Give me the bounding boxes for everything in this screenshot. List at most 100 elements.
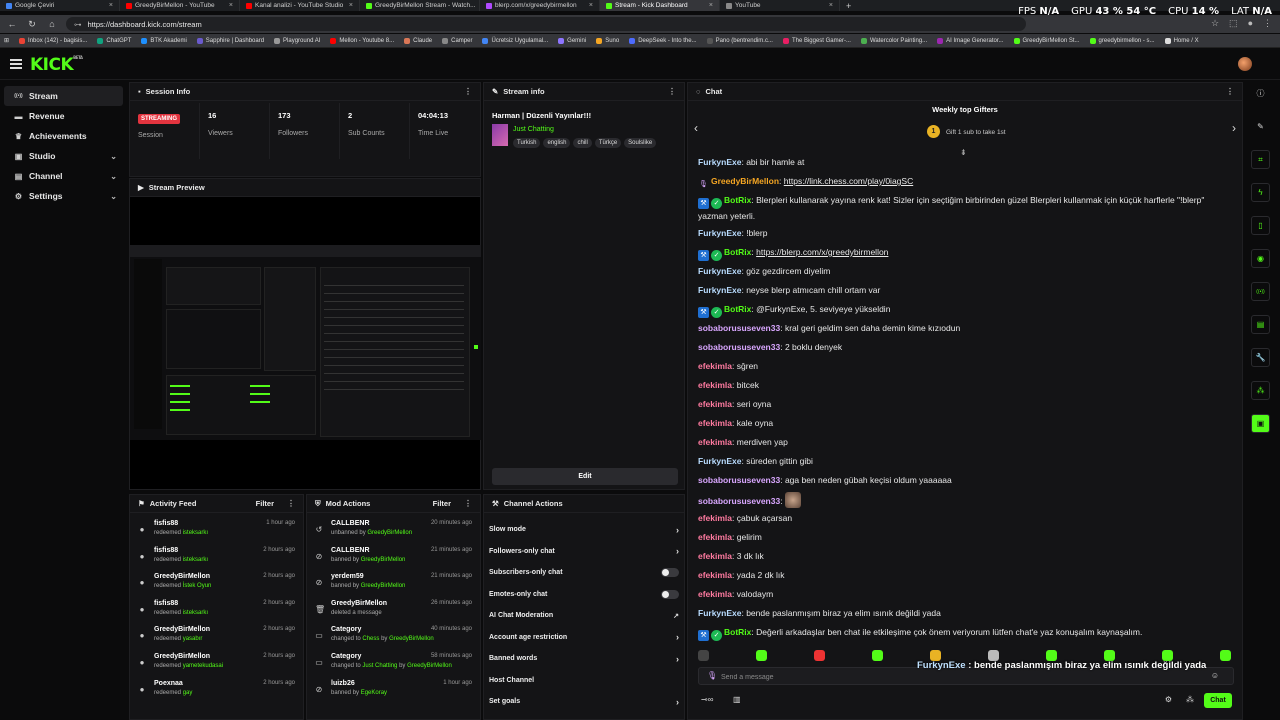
chat-username[interactable]: GreedyBirMellon xyxy=(711,176,779,186)
bookmark-item[interactable]: Mellon - Youtube 8... xyxy=(330,37,394,44)
back-icon[interactable]: ← xyxy=(6,19,18,29)
filter-button[interactable]: Filter xyxy=(256,499,274,508)
mod-action-subject[interactable]: luizb26 xyxy=(331,680,355,687)
chat-username[interactable]: FurkynExe xyxy=(698,228,741,238)
mod-action-subject[interactable]: Category xyxy=(331,653,361,660)
pencil-icon[interactable]: ✎ xyxy=(1251,117,1270,136)
chat-username[interactable]: FurkynExe xyxy=(698,285,741,295)
bookmark-item[interactable]: BTK Akademi xyxy=(141,37,187,44)
info-icon[interactable]: ⓘ xyxy=(1251,84,1270,103)
more-options-icon[interactable]: ⋮ xyxy=(287,499,295,508)
chevron-down-icon[interactable]: ⌄ xyxy=(110,192,117,201)
chevron-right-icon[interactable]: › xyxy=(1232,121,1236,135)
mic-icon[interactable]: 🎙 xyxy=(707,671,717,680)
close-tab-icon[interactable]: × xyxy=(829,2,833,9)
chat-username[interactable]: efekimla xyxy=(698,513,732,523)
stream-category[interactable]: Just Chatting xyxy=(513,126,554,133)
activity-user[interactable]: GreedyBirMellon xyxy=(154,653,210,660)
bookmark-item[interactable]: The Biggest Gamer-... xyxy=(782,37,851,44)
bookmark-item[interactable]: Playground AI xyxy=(274,37,320,44)
channel-action-set-goals[interactable]: Set goals › xyxy=(489,691,679,712)
chevron-down-icon[interactable]: ⌄ xyxy=(110,172,117,181)
bookmark-item[interactable]: Inbox (142) - bagisis... xyxy=(19,37,87,44)
channel-action-slow-mode[interactable]: Slow mode › xyxy=(489,519,679,540)
chat-message-input[interactable] xyxy=(721,671,1191,683)
channel-action-emotes-only-chat[interactable]: Emotes-only chat xyxy=(489,584,679,605)
stream-tag[interactable]: Soulslike xyxy=(624,138,657,148)
chat-message-text[interactable]: https://link.chess.com/play/0iagSC xyxy=(784,176,913,186)
star-icon[interactable]: ☆ xyxy=(1211,18,1219,29)
chat-username[interactable]: efekimla xyxy=(698,380,732,390)
sidebar-item-channel[interactable]: ▤ Channel ⌄ xyxy=(4,166,123,186)
box-icon[interactable]: ▤ xyxy=(1251,315,1270,334)
bookmark-item[interactable]: Watercolor Painting... xyxy=(860,37,927,44)
settings-gear-icon[interactable]: ⚙ xyxy=(1165,695,1172,704)
browser-tab[interactable]: Kanal analizi - YouTube Studio × xyxy=(240,0,360,11)
mod-action-subject[interactable]: GreedyBirMellon xyxy=(331,600,387,607)
chat-username[interactable]: BotRix xyxy=(724,304,751,314)
bookmark-item[interactable]: Pano (bentrendim.c... xyxy=(706,37,773,44)
group-icon[interactable]: ⁂ xyxy=(1251,381,1270,400)
stream-preview-video[interactable] xyxy=(130,245,481,440)
send-chat-button[interactable]: Chat xyxy=(1204,693,1232,708)
activity-user[interactable]: fisfis88 xyxy=(154,600,178,607)
clipboard-icon[interactable]: ▯ xyxy=(1251,216,1270,235)
browser-tab[interactable]: Google Çeviri × xyxy=(0,0,120,11)
browser-tab[interactable]: GreedyBirMellon - YouTube × xyxy=(120,0,240,11)
new-tab-icon[interactable]: + xyxy=(840,1,857,11)
bookmark-item[interactable]: Home / X xyxy=(1164,37,1199,44)
close-tab-icon[interactable]: × xyxy=(229,2,233,9)
activity-user[interactable]: Poexnaa xyxy=(154,680,183,687)
sidebar-item-achievements[interactable]: ♛ Achievements xyxy=(4,126,123,146)
bookmark-item[interactable]: Suno xyxy=(596,37,619,44)
hamburger-menu-icon[interactable] xyxy=(10,59,22,69)
chat-username[interactable]: sobaborususeven33 xyxy=(698,496,780,506)
chat-username[interactable]: efekimla xyxy=(698,570,732,580)
bookmark-item[interactable]: DeepSeek - Into the... xyxy=(629,37,697,44)
chat-username[interactable]: BotRix xyxy=(724,247,751,257)
close-tab-icon[interactable]: × xyxy=(589,2,593,9)
sidebar-item-settings[interactable]: ⚙ Settings ⌄ xyxy=(4,186,123,206)
gift-icon[interactable]: ▥ xyxy=(733,695,741,704)
bookmark-item[interactable]: Gemini xyxy=(558,37,586,44)
chat-username[interactable]: efekimla xyxy=(698,437,732,447)
edit-stream-info-button[interactable]: Edit xyxy=(492,468,678,485)
mod-action-subject[interactable]: Category xyxy=(331,626,361,633)
stream-tag[interactable]: english xyxy=(543,138,571,148)
activity-user[interactable]: fisfis88 xyxy=(154,520,178,527)
chat-message-text[interactable]: https://blerp.com/x/greedybirmellon xyxy=(756,247,888,257)
channel-action-subscribers-only-chat[interactable]: Subscribers-only chat xyxy=(489,562,679,583)
chat-username[interactable]: efekimla xyxy=(698,361,732,371)
chat-username[interactable]: BotRix xyxy=(724,627,751,637)
close-tab-icon[interactable]: × xyxy=(109,2,113,9)
more-options-icon[interactable]: ⋮ xyxy=(1226,87,1234,96)
toggle-switch[interactable] xyxy=(661,568,679,577)
chat-username[interactable]: FurkynExe xyxy=(698,456,741,466)
chat-username[interactable]: sobaborususeven33 xyxy=(698,475,780,485)
reload-icon[interactable]: ↻ xyxy=(26,19,38,30)
bookmark-item[interactable]: Sapphire | Dashboard xyxy=(196,37,264,44)
browser-tab[interactable]: blerp.com/x/greedybirmellon × xyxy=(480,0,600,11)
chat-username[interactable]: sobaborususeven33 xyxy=(698,323,780,333)
bookmark-item[interactable]: Claude xyxy=(404,37,432,44)
kick-logo[interactable]: KICKBETA xyxy=(30,55,83,75)
emote-icon[interactable] xyxy=(872,650,883,661)
chat-bubble-icon[interactable]: ◉ xyxy=(1251,249,1270,268)
chat-username[interactable]: efekimla xyxy=(698,589,732,599)
infinity-icon[interactable]: ⊸∞ xyxy=(701,695,713,704)
browser-tab[interactable]: YouTube × xyxy=(720,0,840,11)
close-tab-icon[interactable]: × xyxy=(709,2,713,9)
activity-user[interactable]: fisfis88 xyxy=(154,547,178,554)
emote-icon[interactable] xyxy=(1220,650,1231,661)
chat-username[interactable]: efekimla xyxy=(698,532,732,542)
home-icon[interactable]: ⌂ xyxy=(46,19,58,29)
activity-user[interactable]: GreedyBirMellon xyxy=(154,626,210,633)
sidebar-item-studio[interactable]: ▣ Studio ⌄ xyxy=(4,146,123,166)
chat-username[interactable]: BotRix xyxy=(724,195,751,205)
url-bar[interactable]: ⊶ https://dashboard.kick.com/stream xyxy=(66,17,1026,31)
bookmark-item[interactable]: GreedyBirMellon St... xyxy=(1013,37,1080,44)
wrench-icon[interactable]: 🔧 xyxy=(1251,348,1270,367)
chat-username[interactable]: sobaborususeven33 xyxy=(698,342,780,352)
chat-username[interactable]: efekimla xyxy=(698,551,732,561)
mod-action-subject[interactable]: CALLBENR xyxy=(331,520,370,527)
